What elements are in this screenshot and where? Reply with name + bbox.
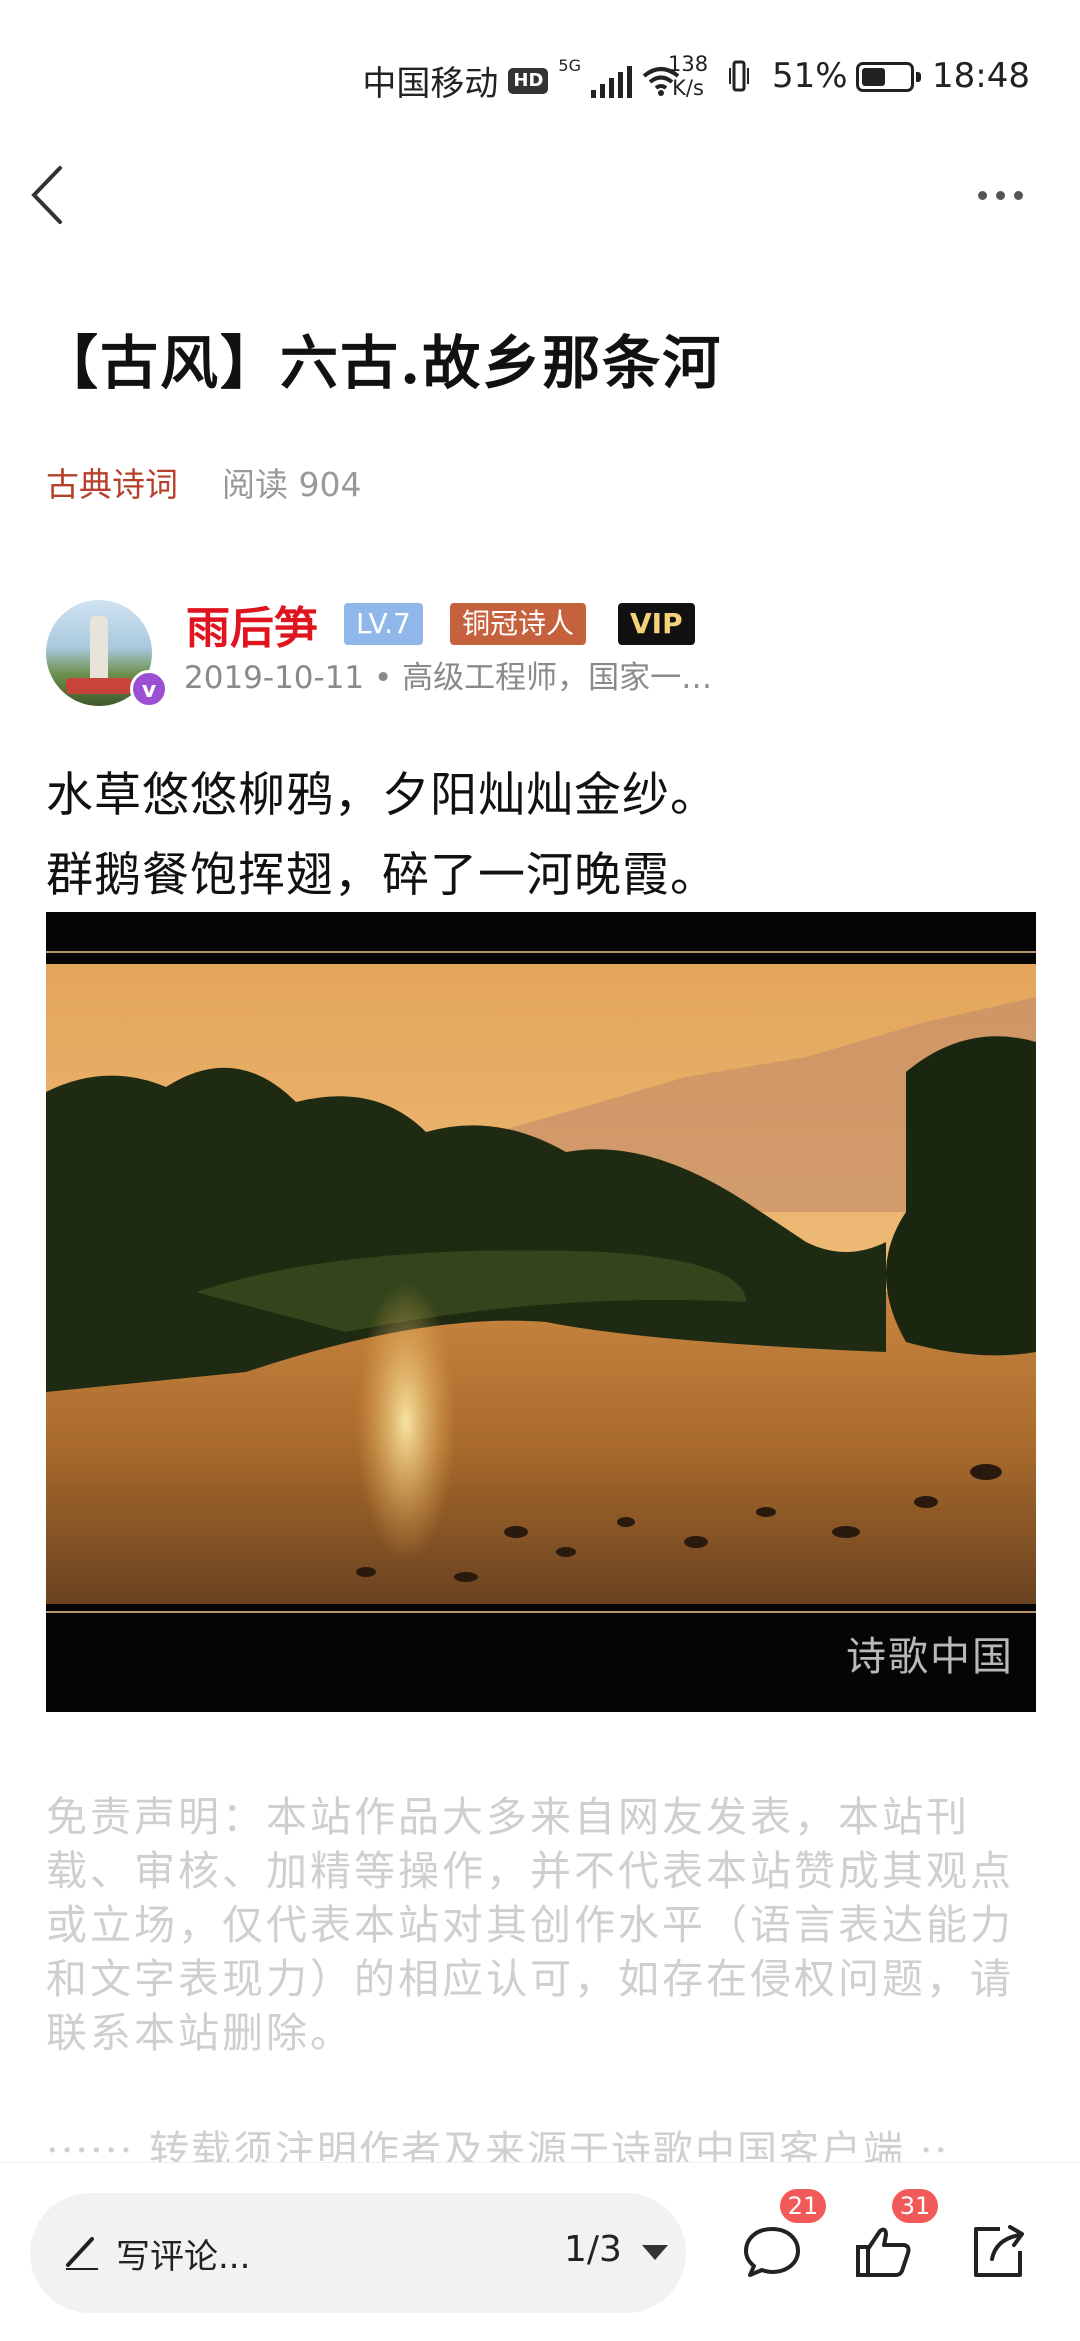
more-icon[interactable] (978, 180, 1038, 210)
share-icon (974, 2225, 1024, 2277)
level-badge: LV.7 (344, 603, 423, 645)
vip-badge: VIP (618, 603, 695, 645)
comment-placeholder: 写评论... (116, 2237, 251, 2277)
comment-icon (744, 2227, 800, 2277)
share-button[interactable] (966, 2219, 1030, 2283)
page-indicator[interactable]: 1/3 (564, 2229, 622, 2270)
network-speed: 138 K/s (668, 52, 708, 100)
like-icon (856, 2227, 911, 2277)
rank-badge: 铜冠诗人 (450, 603, 587, 645)
read-count: 阅读 904 (222, 465, 362, 504)
author-name[interactable]: 雨后笋 (186, 592, 318, 656)
comment-button[interactable]: 21 (740, 2189, 826, 2283)
back-icon[interactable] (22, 160, 72, 230)
article-image[interactable]: 诗歌中国 (46, 912, 1036, 1712)
article-title: 【古风】六古.故乡那条河 (40, 329, 723, 397)
like-button[interactable]: 31 (852, 2189, 938, 2283)
verified-badge: v (130, 670, 168, 708)
caret-down-icon[interactable] (642, 2245, 668, 2260)
image-watermark: 诗歌中国 (846, 1634, 1014, 1680)
poem-line-2: 群鹅餐饱挥翅，碎了一河晚霞。 (46, 848, 718, 903)
status-bar: 中国移动 HD 5G 138 K/s 51% 18:48 (0, 0, 1080, 150)
vibrate-icon (729, 60, 749, 92)
poem-line-1: 水草悠悠柳鸦，夕阳灿灿金纱。 (46, 768, 718, 823)
category-link[interactable]: 古典诗词 (46, 458, 178, 506)
speed-value: 138 (668, 52, 709, 76)
pen-icon (66, 2237, 98, 2270)
battery-percent: 51% (772, 56, 848, 96)
comment-input[interactable]: 写评论... 1/3 (30, 2193, 686, 2313)
like-count-badge: 31 (892, 2189, 938, 2223)
clock: 18:48 (932, 56, 1030, 96)
status-left: 中国移动 HD 5G (362, 56, 680, 105)
speed-unit: K/s (672, 76, 704, 100)
comment-count-badge: 21 (780, 2189, 826, 2223)
signal-icon (591, 64, 632, 98)
carrier-name: 中国移动 (362, 64, 499, 104)
author-subtitle: 2019-10-11 • 高级工程师，国家一… (184, 660, 713, 696)
hd-icon: HD (508, 67, 549, 94)
battery-icon (856, 62, 921, 92)
network-type: 5G (558, 56, 581, 75)
bottom-bar: 写评论... 1/3 21 31 (0, 2162, 1080, 2341)
article-meta: 古典诗词 阅读 904 (46, 458, 361, 506)
disclaimer-text: 免责声明：本站作品大多来自网友发表，本站刊载、审核、加精等操作，并不代表本站赞成… (46, 1793, 1014, 2057)
